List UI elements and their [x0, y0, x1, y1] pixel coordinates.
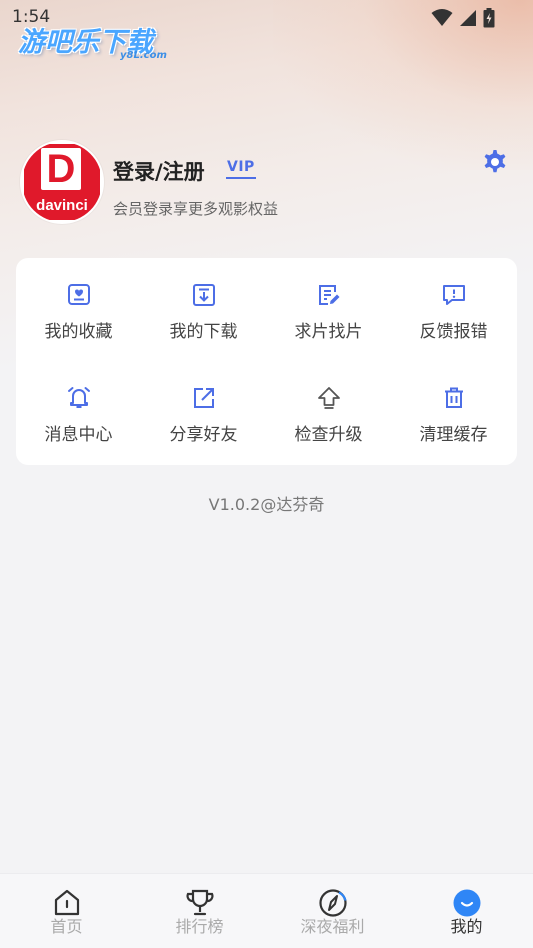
- download-icon: [191, 282, 217, 308]
- nav-label: 排行榜: [175, 917, 224, 936]
- upgrade-icon: [316, 385, 342, 411]
- login-subtitle: 会员登录享更多观影权益: [113, 200, 279, 218]
- nav-home[interactable]: 首页: [0, 874, 133, 944]
- settings-button[interactable]: [479, 146, 511, 178]
- vip-badge: VIP: [226, 158, 256, 179]
- version-text: V1.0.2@达芬奇: [208, 495, 325, 514]
- compass-icon: [318, 888, 348, 918]
- nav-late-night[interactable]: 深夜福利: [266, 874, 399, 944]
- grid-item-label: 清理缓存: [419, 425, 488, 445]
- avatar-brand: davinci: [36, 197, 88, 214]
- function-grid: 我的收藏 我的下载 求片找片 反馈报错 消息中心 分享好友 检查升级 清理缓存: [16, 258, 517, 465]
- nav-label: 我的: [450, 917, 483, 936]
- grid-item-feedback[interactable]: 反馈报错: [391, 258, 516, 358]
- grid-item-label: 我的下载: [169, 322, 238, 342]
- grid-item-label: 分享好友: [169, 425, 238, 445]
- grid-item-request[interactable]: 求片找片: [266, 258, 391, 358]
- request-icon: [316, 282, 342, 308]
- watermark-logo: 游吧乐下载 y8L.com: [18, 20, 188, 64]
- avatar-letter: D: [41, 148, 81, 190]
- nav-label: 首页: [50, 917, 83, 936]
- signal-icon: [460, 10, 476, 26]
- favorites-icon: [66, 282, 92, 308]
- gear-icon: [484, 150, 506, 173]
- feedback-icon: [441, 282, 467, 308]
- grid-item-messages[interactable]: 消息中心: [16, 361, 141, 461]
- watermark-sub: y8L.com: [120, 50, 167, 61]
- home-icon: [52, 888, 82, 918]
- nav-label: 深夜福利: [300, 917, 365, 936]
- battery-icon: [483, 8, 495, 28]
- login-register-link[interactable]: 登录/注册: [113, 156, 205, 186]
- grid-item-clear-cache[interactable]: 清理缓存: [391, 361, 516, 461]
- share-icon: [191, 385, 217, 411]
- grid-item-label: 反馈报错: [419, 322, 488, 342]
- avatar[interactable]: D davinci: [20, 140, 104, 224]
- nav-ranking[interactable]: 排行榜: [133, 874, 266, 944]
- profile-icon: [452, 888, 482, 918]
- grid-item-label: 消息中心: [44, 425, 113, 445]
- status-icons: [431, 8, 495, 28]
- bottom-nav: 首页 排行榜 深夜福利 我的: [0, 873, 533, 948]
- grid-item-label: 我的收藏: [44, 322, 113, 342]
- grid-item-label: 检查升级: [294, 425, 363, 445]
- davinci-logo: D davinci: [24, 144, 100, 220]
- nav-mine[interactable]: 我的: [400, 874, 533, 944]
- grid-item-upgrade[interactable]: 检查升级: [266, 361, 391, 461]
- grid-item-downloads[interactable]: 我的下载: [141, 258, 266, 358]
- trophy-icon: [185, 888, 215, 918]
- trash-icon: [441, 385, 467, 411]
- bell-icon: [66, 385, 92, 411]
- grid-item-favorites[interactable]: 我的收藏: [16, 258, 141, 358]
- grid-item-share[interactable]: 分享好友: [141, 361, 266, 461]
- grid-item-label: 求片找片: [294, 322, 363, 342]
- wifi-icon: [431, 9, 453, 26]
